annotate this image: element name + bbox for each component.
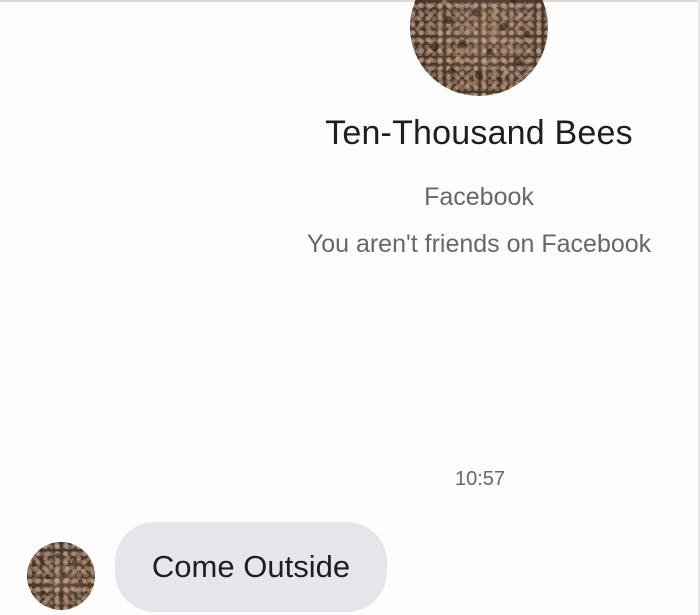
bees-avatar-icon <box>431 0 531 88</box>
friendship-status: You aren't friends on Facebook <box>306 230 652 258</box>
profile-avatar[interactable] <box>410 0 548 96</box>
sender-avatar[interactable] <box>27 542 95 610</box>
profile-platform-label: Facebook <box>424 183 534 211</box>
bees-avatar-icon <box>38 553 85 600</box>
message-text: Come Outside <box>151 549 351 584</box>
top-divider <box>0 0 700 2</box>
message-timestamp: 10:57 <box>454 468 506 490</box>
message-bubble[interactable]: Come Outside <box>115 522 387 612</box>
profile-name[interactable]: Ten-Thousand Bees <box>240 114 700 153</box>
